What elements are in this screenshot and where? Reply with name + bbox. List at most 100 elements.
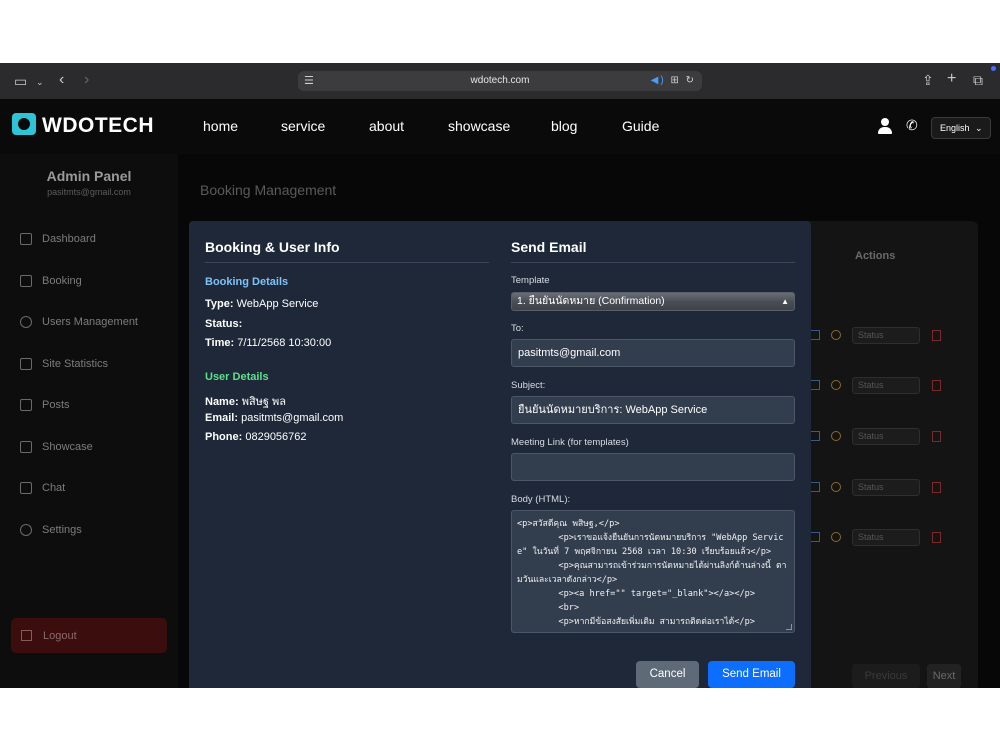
pagination-next[interactable]: Next xyxy=(927,664,961,688)
status-select[interactable]: Status xyxy=(852,377,920,394)
resize-handle[interactable] xyxy=(786,624,792,630)
sidebar-item-dashboard[interactable]: Dashboard xyxy=(20,233,96,245)
body-textarea[interactable]: <p>สวัสดีคุณ พสิษฐ,</p> <p>เราขอแจ้งยืนย… xyxy=(511,510,795,633)
body-text: <p>สวัสดีคุณ พสิษฐ,</p> <p>เราขอแจ้งยืนย… xyxy=(517,519,787,627)
logout-label: Logout xyxy=(43,629,77,642)
reload-icon[interactable]: ↻ xyxy=(686,75,696,86)
template-select[interactable]: 1. ยืนยันนัดหมาย (Confirmation) ▲ xyxy=(511,292,795,311)
table-row-actions: Status xyxy=(808,377,958,395)
sidebar-item-label: Booking xyxy=(42,275,82,287)
sidebar-item-label: Posts xyxy=(42,399,70,411)
users-icon xyxy=(20,316,32,328)
translate-icon[interactable]: ⊞ xyxy=(670,75,680,86)
grid-icon xyxy=(20,233,32,245)
trash-icon[interactable] xyxy=(932,431,941,442)
trash-icon[interactable] xyxy=(932,482,941,493)
page-menu-icon[interactable]: ☰ xyxy=(304,71,314,91)
sidebar-item-site-statistics[interactable]: Site Statistics xyxy=(20,358,108,370)
status-select[interactable]: Status xyxy=(852,327,920,344)
site-header: WDOTECH home service about showcase blog… xyxy=(0,99,1000,154)
status-select[interactable]: Status xyxy=(852,428,920,445)
bar-chart-icon xyxy=(20,358,32,370)
sidebar-item-showcase[interactable]: Showcase xyxy=(20,441,93,453)
sidebar-item-booking[interactable]: Booking xyxy=(20,275,82,287)
sidebar-item-chat[interactable]: Chat xyxy=(20,482,65,494)
address-bar[interactable]: ☰ wdotech.com ◀) ⊞ ↻ xyxy=(298,71,702,91)
sidebar-item-label: Settings xyxy=(42,524,82,536)
booking-type-row: Type: WebApp Service xyxy=(205,298,318,310)
nav-showcase[interactable]: showcase xyxy=(448,118,510,134)
language-label: English xyxy=(940,123,970,133)
clock-icon[interactable] xyxy=(831,431,841,441)
booking-time-row: Time: 7/11/2568 10:30:00 xyxy=(205,337,331,349)
speaker-icon[interactable]: ◀) xyxy=(651,75,666,86)
logout-icon xyxy=(21,630,32,641)
sidebar-item-label: Chat xyxy=(42,482,66,494)
clock-icon[interactable] xyxy=(831,380,841,390)
template-label: Template xyxy=(511,275,550,286)
sidebar-item-users-management[interactable]: Users Management xyxy=(20,316,138,328)
email-value: pasitmts@gmail.com xyxy=(241,412,344,424)
to-field[interactable]: pasitmts@gmail.com xyxy=(511,339,795,367)
name-label: Name: xyxy=(205,396,239,408)
clock-icon[interactable] xyxy=(831,482,841,492)
pagination-previous[interactable]: Previous xyxy=(852,664,920,688)
logo-text[interactable]: WDOTECH xyxy=(42,114,154,138)
meeting-link-field[interactable] xyxy=(511,453,795,481)
booking-status-row: Status: xyxy=(205,318,242,330)
phone-label: Phone: xyxy=(205,431,243,443)
clock-icon[interactable] xyxy=(831,532,841,542)
time-label: Time: xyxy=(205,337,235,349)
forward-icon[interactable]: › xyxy=(84,72,89,88)
nav-blog[interactable]: blog xyxy=(551,118,577,134)
logo-icon[interactable] xyxy=(12,113,36,135)
browser-toolbar: ▭ ⌄ ‹ › ☰ wdotech.com ◀) ⊞ ↻ ⇪ + ⧉ xyxy=(0,63,1000,99)
sidebar-item-label: Users Management xyxy=(42,316,138,328)
meeting-link-label: Meeting Link (for templates) xyxy=(511,437,629,448)
subject-field[interactable]: ยืนยันนัดหมายบริการ: WebApp Service xyxy=(511,396,795,424)
nav-guide[interactable]: Guide xyxy=(622,118,659,134)
trash-icon[interactable] xyxy=(932,330,941,341)
edit-icon[interactable] xyxy=(810,482,820,492)
chevron-down-icon[interactable]: ⌄ xyxy=(36,75,44,89)
nav-about[interactable]: about xyxy=(369,118,404,134)
language-select[interactable]: English ⌄ xyxy=(931,117,991,139)
status-select[interactable]: Status xyxy=(852,479,920,496)
sidebar-item-label: Dashboard xyxy=(42,233,96,245)
select-arrows-icon: ▲ xyxy=(781,297,789,306)
notification-dot xyxy=(991,66,996,71)
edit-icon[interactable] xyxy=(810,532,820,542)
back-icon[interactable]: ‹ xyxy=(59,72,64,88)
share-icon[interactable]: ⇪ xyxy=(922,73,934,87)
sidebar-item-posts[interactable]: Posts xyxy=(20,399,70,411)
phone-icon[interactable]: ✆ xyxy=(906,117,918,134)
status-select[interactable]: Status xyxy=(852,529,920,546)
edit-icon[interactable] xyxy=(810,330,820,340)
divider xyxy=(511,262,795,263)
tabs-overview-icon[interactable]: ⧉ xyxy=(973,73,983,87)
trash-icon[interactable] xyxy=(932,380,941,391)
sidebar-item-label: Showcase xyxy=(42,441,93,453)
clock-icon[interactable] xyxy=(831,330,841,340)
name-value: พสิษฐ พล xyxy=(241,396,287,408)
logout-button[interactable]: Logout xyxy=(11,618,167,653)
sidebar-item-settings[interactable]: Settings xyxy=(20,524,82,536)
nav-home[interactable]: home xyxy=(203,118,238,134)
user-phone-row: Phone: 0829056762 xyxy=(205,431,307,443)
edit-icon[interactable] xyxy=(810,431,820,441)
admin-sidebar: Admin Panel pasitmts@gmail.com Dashboard… xyxy=(0,154,178,688)
trash-icon[interactable] xyxy=(932,532,941,543)
new-tab-icon[interactable]: + xyxy=(947,71,956,87)
cancel-button[interactable]: Cancel xyxy=(636,661,699,688)
edit-icon[interactable] xyxy=(810,380,820,390)
send-email-button[interactable]: Send Email xyxy=(708,661,795,688)
nav-service[interactable]: service xyxy=(281,118,325,134)
user-details-heading: User Details xyxy=(205,371,269,383)
user-icon[interactable] xyxy=(878,118,892,134)
send-email-title: Send Email xyxy=(511,239,587,255)
address-bar-icons: ◀) ⊞ ↻ xyxy=(651,71,696,91)
template-selected-value: 1. ยืนยันนัดหมาย (Confirmation) xyxy=(517,295,665,307)
body-label: Body (HTML): xyxy=(511,494,571,505)
booking-details-heading: Booking Details xyxy=(205,276,289,288)
sidebar-toggle-icon[interactable]: ▭ xyxy=(14,74,27,88)
